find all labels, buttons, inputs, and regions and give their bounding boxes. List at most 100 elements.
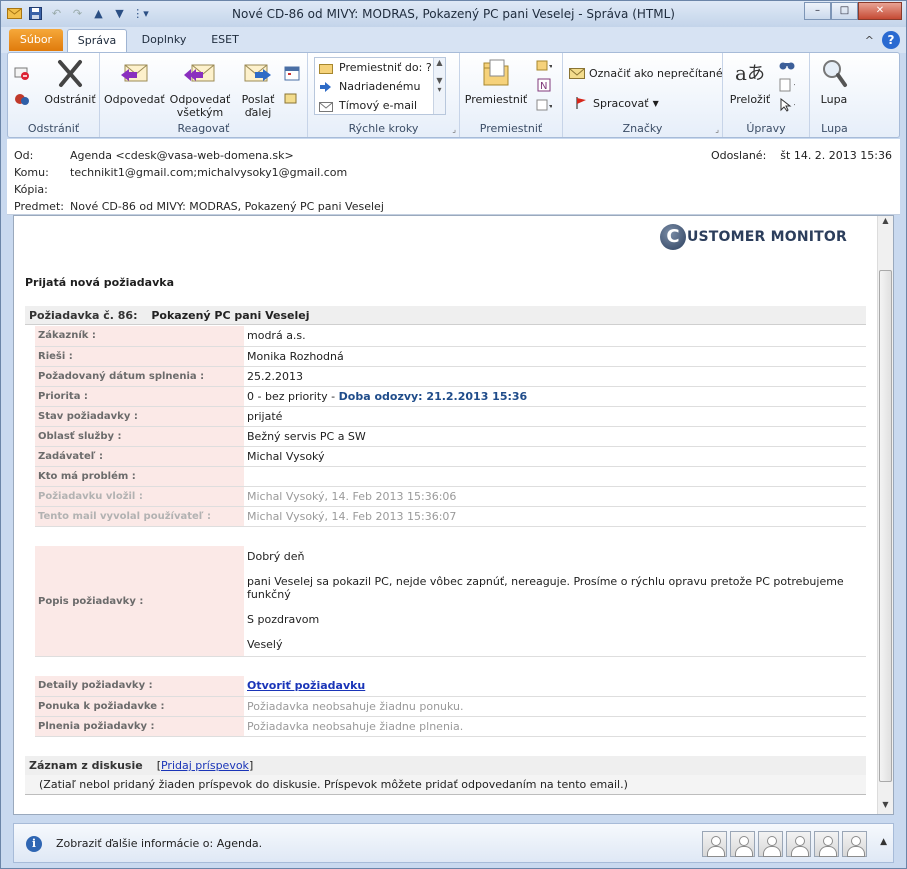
field-value: Michal Vysoký, 14. Feb 2013 15:36:06 <box>244 486 866 507</box>
quick-steps-scroll[interactable]: ▲ ▼ ▾ <box>433 58 445 114</box>
scroll-thumb[interactable] <box>879 270 892 782</box>
tab-file[interactable]: Súbor <box>9 29 63 51</box>
group-respond: Odpovedať Odpovedať všetkým Poslať ďalej <box>100 53 308 137</box>
reply-all-button[interactable]: Odpovedať všetkým <box>166 57 234 119</box>
group-editing-label: Úpravy <box>746 122 786 135</box>
logo-text: USTOMER MONITOR <box>686 229 847 245</box>
scroll-down-icon[interactable]: ▼ <box>878 800 893 814</box>
table-row: Priorita :0 - bez priority - Doba odozvy… <box>35 386 866 407</box>
forward-button[interactable]: Poslať ďalej <box>236 57 280 119</box>
field-label: Požiadavku vložil : <box>35 486 244 507</box>
group-quick-steps: Premiestniť do: ? Nadriadenému Tímový e-… <box>308 53 460 137</box>
group-quick-steps-label: Rýchle kroky <box>348 122 419 135</box>
avatar[interactable] <box>842 831 867 857</box>
field-value: modrá a.s. <box>244 326 866 347</box>
people-pane-text[interactable]: Zobraziť ďalšie informácie o: Agenda. <box>56 837 262 850</box>
delete-x-icon <box>54 57 86 89</box>
translate-label: Preložiť <box>729 93 771 106</box>
field-value: 25.2.2013 <box>244 366 866 387</box>
maximize-button[interactable]: □ <box>831 2 858 20</box>
field-value <box>244 466 866 487</box>
quick-step-manager[interactable]: Nadriadenému <box>315 77 445 96</box>
follow-up-button[interactable]: Spracovať ▼ <box>573 95 659 111</box>
translate-button[interactable]: aあ Preložiť <box>727 57 773 107</box>
delete-label: Odstrániť <box>44 93 96 106</box>
quick-step-move-to[interactable]: Premiestniť do: ? <box>315 58 445 77</box>
tab-eset[interactable]: ESET <box>201 29 249 53</box>
avatar[interactable] <box>730 831 755 857</box>
field-value: 0 - bez priority - Doba odozvy: 21.2.201… <box>244 386 866 407</box>
avatar[interactable] <box>786 831 811 857</box>
translate-icon: aあ <box>735 60 765 85</box>
more-respond-icon[interactable] <box>284 91 300 107</box>
field-value: prijaté <box>244 406 866 427</box>
request-number: Požiadavka č. 86: <box>29 309 138 322</box>
tab-message[interactable]: Správa <box>67 29 127 53</box>
group-delete-label: Odstrániť <box>27 122 80 135</box>
related-icon[interactable] <box>779 77 795 93</box>
tab-addins[interactable]: Doplnky <box>135 29 193 53</box>
avatar[interactable] <box>758 831 783 857</box>
svg-text:N: N <box>540 81 547 92</box>
subject-value: Nové CD-86 od MIVY: MODRAS, Pokazený PC … <box>70 200 384 213</box>
rules-icon[interactable] <box>536 57 552 73</box>
dialog-launcher-icon[interactable]: ⌟ <box>452 125 456 134</box>
request-fields-table: Zákazník : modrá a.s. Rieši : Monika Rozho… <box>35 326 866 527</box>
avatar[interactable] <box>814 831 839 857</box>
add-post-link[interactable]: Pridaj príspevok <box>161 759 249 772</box>
ignore-icon[interactable] <box>14 65 30 81</box>
reply-all-label-2: všetkým <box>176 106 224 119</box>
quick-step-label: Premiestniť do: ? <box>339 61 432 74</box>
group-move: Premiestniť N Premiestniť <box>460 53 563 137</box>
forward-icon <box>242 57 274 89</box>
quick-step-team-email[interactable]: Tímový e-mail <box>315 96 445 115</box>
dialog-launcher-icon[interactable]: ⌟ <box>715 125 719 134</box>
field-label: Zákazník : <box>35 326 244 347</box>
field-label: Tento mail vyvolal používateľ : <box>35 506 244 527</box>
delete-button[interactable]: Odstrániť <box>42 57 98 106</box>
onenote-icon[interactable]: N <box>536 77 552 93</box>
close-button[interactable]: ✕ <box>858 2 902 20</box>
open-request-link[interactable]: Otvoriť požiadavku <box>247 679 365 692</box>
zoom-button[interactable]: Lupa <box>814 57 854 106</box>
discussion-header: Záznam z diskusie [Pridaj príspevok] <box>25 756 866 775</box>
avatar[interactable] <box>702 831 727 857</box>
table-row: Oblasť služby : Bežný servis PC a SW <box>35 426 866 447</box>
move-button[interactable]: Premiestniť <box>464 57 528 106</box>
from-label: Od: <box>14 149 34 162</box>
subject-label: Predmet: <box>14 200 64 213</box>
group-zoom: Lupa Lupa <box>810 53 859 137</box>
group-tags-label: Značky <box>622 122 663 135</box>
quick-step-label: Tímový e-mail <box>339 99 418 112</box>
reply-button[interactable]: Odpovedať <box>104 57 165 106</box>
field-value: Požiadavka neobsahuje žiadnu ponuku. <box>244 696 866 717</box>
collapse-ribbon-icon[interactable]: ^ <box>865 34 874 47</box>
from-value[interactable]: Agenda <cdesk@vasa-web-domena.sk> <box>70 149 294 162</box>
find-icon[interactable] <box>779 57 795 73</box>
header-to: Komu: technikit1@gmail.com;michalvysoky1… <box>14 166 347 179</box>
group-editing: aあ Preložiť Úpravy <box>723 53 810 137</box>
desc-label: Popis požiadavky : <box>35 546 244 657</box>
ribbon-tabs: Súbor Správa Doplnky ESET ^ ? <box>1 27 906 53</box>
to-value[interactable]: technikit1@gmail.com;michalvysoky1@gmail… <box>70 166 347 179</box>
message-body: C USTOMER MONITOR Prijatá nová požiadavk… <box>13 215 894 815</box>
cleanup-icon[interactable] <box>14 91 30 107</box>
vertical-scrollbar[interactable]: ▲ ▼ <box>877 216 893 814</box>
discussion-note: (Zatiaľ nebol pridaný žiaden príspevok d… <box>25 775 866 795</box>
priority-value: 0 - bez priority - <box>247 389 339 403</box>
select-cursor-icon[interactable] <box>779 97 795 113</box>
scroll-up-icon[interactable]: ▲ <box>878 216 893 230</box>
desc-line: Dobrý deň <box>247 550 305 563</box>
field-value: Otvoriť požiadavku <box>244 676 866 697</box>
ribbon-tools: ^ ? <box>865 31 900 49</box>
minimize-button[interactable]: – <box>804 2 831 20</box>
mark-unread-button[interactable]: Označiť ako neprečítané <box>569 65 723 81</box>
team-email-icon <box>318 98 334 114</box>
forward-arrow-icon <box>318 79 334 95</box>
help-icon[interactable]: ? <box>882 31 900 49</box>
actions-icon[interactable] <box>536 97 552 113</box>
table-row: Zadávateľ : Michal Vysoký <box>35 446 866 467</box>
meeting-icon[interactable] <box>284 65 300 81</box>
ribbon: Odstrániť Odstrániť Odpovedať Odpovedať … <box>7 52 900 138</box>
expand-people-icon[interactable]: ▲ <box>880 837 887 847</box>
